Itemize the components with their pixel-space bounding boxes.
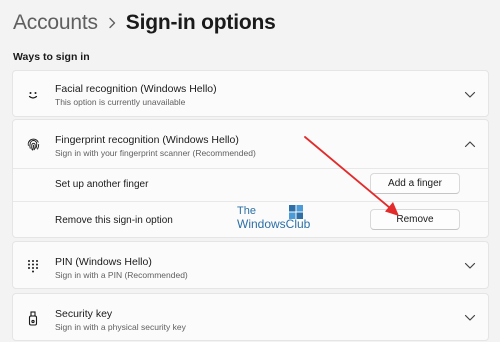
add-finger-button[interactable]: Add a finger: [370, 173, 460, 194]
divider: [13, 201, 488, 202]
pin-header[interactable]: PIN (Windows Hello) Sign in with a PIN (…: [13, 242, 488, 290]
chevron-down-icon[interactable]: [464, 312, 476, 324]
fingerprint-icon: [25, 136, 41, 152]
watermark-logo-icon: [289, 205, 303, 219]
security-key-title: Security key: [55, 308, 113, 320]
breadcrumb: Accounts Sign-in options: [13, 9, 276, 37]
fingerprint-recognition-subtitle: Sign in with your fingerprint scanner (R…: [55, 148, 256, 158]
fingerprint-recognition-title: Fingerprint recognition (Windows Hello): [55, 134, 239, 146]
facial-recognition-header[interactable]: Facial recognition (Windows Hello) This …: [13, 71, 488, 118]
remove-button[interactable]: Remove: [370, 209, 460, 230]
watermark-line-2: WindowsClub: [237, 217, 311, 231]
facial-recognition-subtitle: This option is currently unavailable: [55, 97, 186, 107]
watermark: The WindowsClub: [237, 205, 311, 231]
section-title: Ways to sign in: [13, 51, 90, 63]
breadcrumb-chevron-icon: [108, 17, 116, 29]
keypad-icon: [25, 258, 41, 274]
facial-recognition-title: Facial recognition (Windows Hello): [55, 83, 217, 95]
facial-recognition-card: Facial recognition (Windows Hello) This …: [12, 70, 489, 117]
usb-key-icon: [25, 310, 41, 326]
divider: [13, 168, 488, 169]
remove-sign-in-label: Remove this sign-in option: [55, 215, 173, 226]
pin-subtitle: Sign in with a PIN (Recommended): [55, 270, 188, 280]
chevron-down-icon[interactable]: [464, 89, 476, 101]
security-key-card: Security key Sign in with a physical sec…: [12, 293, 489, 341]
page-title: Sign-in options: [125, 11, 276, 34]
fingerprint-recognition-header[interactable]: Fingerprint recognition (Windows Hello) …: [13, 120, 488, 168]
pin-title: PIN (Windows Hello): [55, 256, 152, 268]
face-icon: [25, 87, 41, 103]
security-key-header[interactable]: Security key Sign in with a physical sec…: [13, 294, 488, 342]
chevron-up-icon[interactable]: [464, 138, 476, 150]
pin-card: PIN (Windows Hello) Sign in with a PIN (…: [12, 241, 489, 289]
chevron-down-icon[interactable]: [464, 260, 476, 272]
security-key-subtitle: Sign in with a physical security key: [55, 322, 186, 332]
setup-finger-label: Set up another finger: [55, 179, 149, 190]
breadcrumb-accounts-link[interactable]: Accounts: [13, 11, 98, 35]
